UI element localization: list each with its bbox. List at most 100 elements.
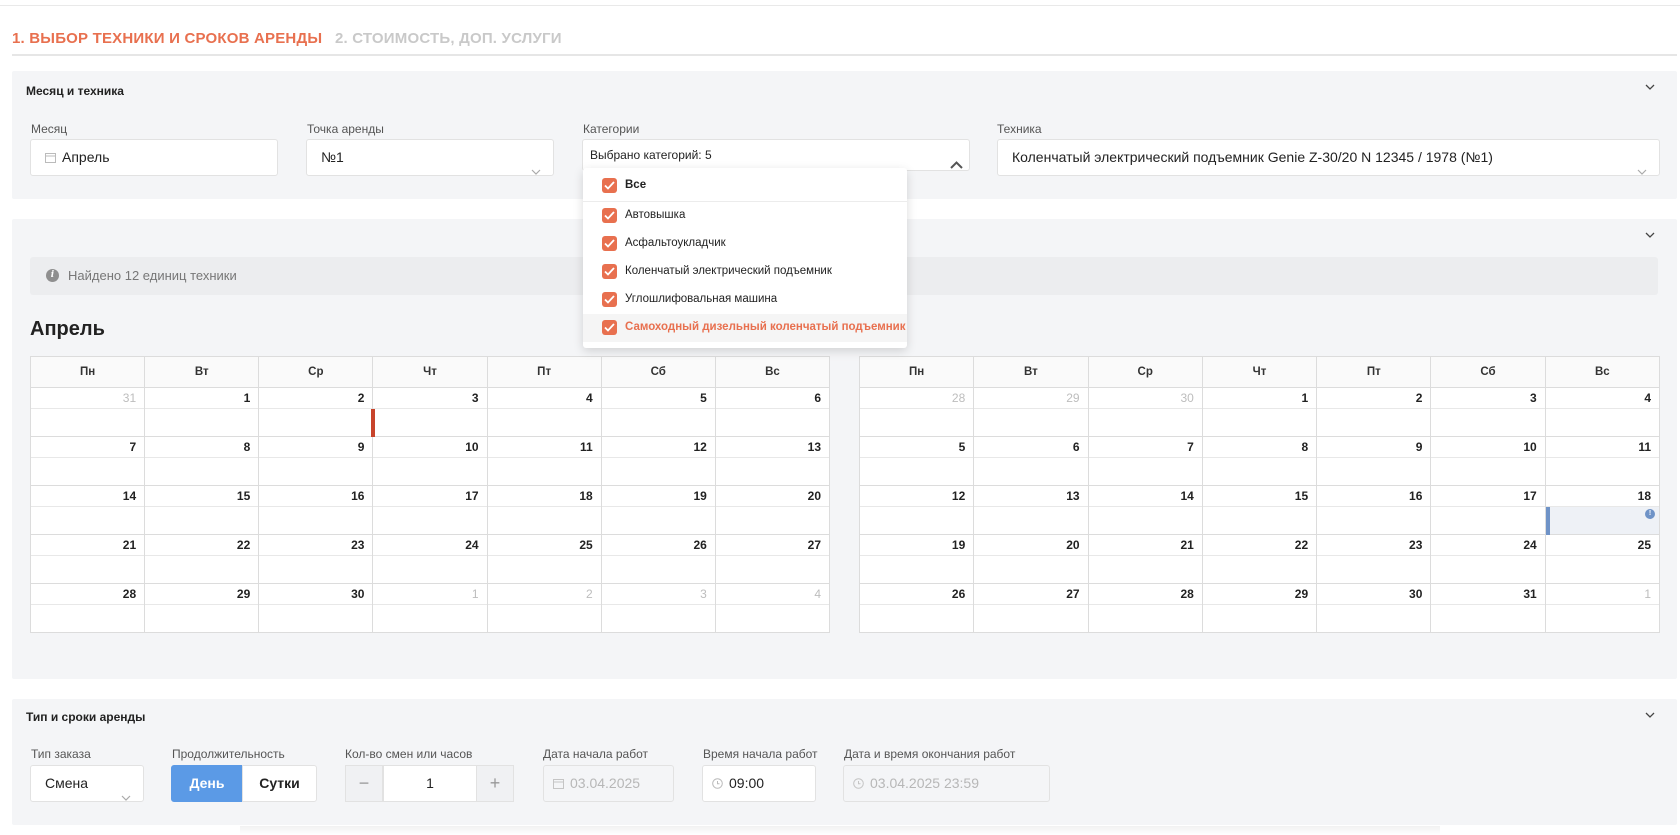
- calendar-day-cell[interactable]: [372, 555, 488, 584]
- checkbox-checked-icon[interactable]: [602, 178, 617, 193]
- info-dot-icon[interactable]: !: [1645, 509, 1655, 519]
- calendar-day-number[interactable]: 21: [29, 534, 146, 556]
- calendar-day-number[interactable]: 3: [372, 387, 488, 409]
- booking-marker[interactable]: [371, 409, 376, 437]
- calendar-day-number[interactable]: 30: [1087, 387, 1203, 409]
- calendar-day-cell[interactable]: [714, 555, 831, 584]
- calendar-day-cell[interactable]: [1430, 408, 1546, 437]
- calendar-day-number[interactable]: 26: [858, 583, 975, 605]
- calendar-day-cell[interactable]: [29, 408, 146, 437]
- calendar-day-number[interactable]: 2: [1316, 387, 1432, 409]
- calendar-day-number[interactable]: 28: [29, 583, 146, 605]
- checkbox-checked-icon[interactable]: [602, 236, 617, 251]
- calendar-day-number[interactable]: 27: [973, 583, 1089, 605]
- calendar-day-cell[interactable]: !: [1544, 506, 1661, 535]
- duration-day-button[interactable]: День: [171, 765, 243, 802]
- calendar-day-number[interactable]: 25: [1544, 534, 1661, 556]
- calendar-day-number[interactable]: 14: [1087, 485, 1203, 507]
- calendar-day-number[interactable]: 4: [486, 387, 602, 409]
- calendar-day-number[interactable]: 7: [1087, 436, 1203, 458]
- calendar-day-cell[interactable]: [600, 604, 716, 633]
- end-datetime-field[interactable]: 03.04.2025 23:59: [843, 765, 1050, 802]
- calendar-day-cell[interactable]: [258, 457, 374, 486]
- calendar-day-cell[interactable]: [486, 604, 602, 633]
- checkbox-checked-icon[interactable]: [602, 264, 617, 279]
- calendar-day-number[interactable]: 22: [1201, 534, 1318, 556]
- category-option-highlighted[interactable]: Самоходный дизельный коленчатый подъемни…: [583, 314, 907, 342]
- calendar-day-number[interactable]: 25: [486, 534, 602, 556]
- calendar-day-number[interactable]: 15: [144, 485, 260, 507]
- calendar-day-number[interactable]: 31: [29, 387, 146, 409]
- calendar-day-cell[interactable]: [144, 457, 260, 486]
- calendar-day-number[interactable]: 5: [858, 436, 975, 458]
- calendar-day-number[interactable]: 2: [486, 583, 602, 605]
- calendar-day-cell[interactable]: [29, 457, 146, 486]
- calendar-day-cell[interactable]: [1316, 555, 1432, 584]
- calendar-day-number[interactable]: 11: [1544, 436, 1661, 458]
- calendar-day-number[interactable]: 12: [858, 485, 975, 507]
- tab-step-1[interactable]: 1. ВЫБОР ТЕХНИКИ И СРОКОВ АРЕНДЫ: [12, 30, 322, 47]
- calendar-day-number[interactable]: 20: [973, 534, 1089, 556]
- calendar-day-cell[interactable]: [1316, 457, 1432, 486]
- calendar-day-cell[interactable]: [600, 408, 716, 437]
- calendar-day-number[interactable]: 8: [144, 436, 260, 458]
- calendar-day-cell[interactable]: [1201, 555, 1318, 584]
- calendar-day-number[interactable]: 19: [600, 485, 716, 507]
- calendar-day-cell[interactable]: [1087, 457, 1203, 486]
- calendar-day-cell[interactable]: [858, 604, 975, 633]
- calendar-day-number[interactable]: 13: [973, 485, 1089, 507]
- calendar-day-cell[interactable]: [1087, 555, 1203, 584]
- checkbox-checked-icon[interactable]: [602, 292, 617, 307]
- category-option[interactable]: Автовышка: [583, 202, 907, 230]
- calendar-day-number[interactable]: 23: [1316, 534, 1432, 556]
- calendar-day-cell[interactable]: [600, 506, 716, 535]
- calendar-day-number[interactable]: 18: [486, 485, 602, 507]
- calendar-day-number[interactable]: 30: [258, 583, 374, 605]
- calendar-day-number[interactable]: 1: [372, 583, 488, 605]
- category-option[interactable]: Углошлифовальная машина: [583, 286, 907, 314]
- calendar-day-number[interactable]: 13: [714, 436, 831, 458]
- calendar-day-number[interactable]: 10: [372, 436, 488, 458]
- calendar-day-cell[interactable]: [1201, 506, 1318, 535]
- calendar-day-cell[interactable]: [973, 604, 1089, 633]
- calendar-day-cell[interactable]: [1316, 408, 1432, 437]
- calendar-day-number[interactable]: 28: [858, 387, 975, 409]
- calendar-day-cell[interactable]: [486, 457, 602, 486]
- calendar-day-number[interactable]: 16: [1316, 485, 1432, 507]
- calendar-day-number[interactable]: 9: [258, 436, 374, 458]
- calendar-day-number[interactable]: 14: [29, 485, 146, 507]
- calendar-day-number[interactable]: 22: [144, 534, 260, 556]
- calendar-day-cell[interactable]: [858, 555, 975, 584]
- calendar-day-cell[interactable]: [144, 408, 260, 437]
- calendar-day-cell[interactable]: [371, 408, 488, 437]
- calendar-day-number[interactable]: 7: [29, 436, 146, 458]
- calendar-day-cell[interactable]: [144, 604, 260, 633]
- calendar-day-number[interactable]: 1: [1201, 387, 1318, 409]
- calendar-day-cell[interactable]: [258, 555, 374, 584]
- checkbox-checked-icon[interactable]: [602, 208, 617, 223]
- calendar-day-number[interactable]: 6: [973, 436, 1089, 458]
- calendar-day-cell[interactable]: [258, 604, 374, 633]
- calendar-day-number[interactable]: 10: [1430, 436, 1546, 458]
- calendar-day-cell[interactable]: [858, 457, 975, 486]
- category-option[interactable]: Коленчатый электрический подъемник: [583, 258, 907, 286]
- calendar-day-number[interactable]: 29: [973, 387, 1089, 409]
- collapse-chevron-icon[interactable]: [1645, 232, 1655, 242]
- calendar-day-cell[interactable]: [858, 408, 975, 437]
- calendar-day-number[interactable]: 3: [600, 583, 716, 605]
- calendar-day-cell[interactable]: [600, 555, 716, 584]
- calendar-day-number[interactable]: 3: [1430, 387, 1546, 409]
- calendar-day-number[interactable]: 29: [1201, 583, 1318, 605]
- calendar-day-cell[interactable]: [1087, 408, 1203, 437]
- calendar-day-cell[interactable]: [1544, 604, 1661, 633]
- calendar-day-cell[interactable]: [973, 457, 1089, 486]
- calendar-day-number[interactable]: 28: [1087, 583, 1203, 605]
- calendar-day-number[interactable]: 24: [1430, 534, 1546, 556]
- calendar-day-number[interactable]: 18: [1544, 485, 1661, 507]
- calendar-day-cell[interactable]: [1430, 604, 1546, 633]
- calendar-day-cell[interactable]: [372, 457, 488, 486]
- calendar-day-number[interactable]: 9: [1316, 436, 1432, 458]
- order-type-select[interactable]: Смена: [30, 765, 144, 802]
- calendar-day-number[interactable]: 24: [372, 534, 488, 556]
- calendar-day-number[interactable]: 6: [714, 387, 831, 409]
